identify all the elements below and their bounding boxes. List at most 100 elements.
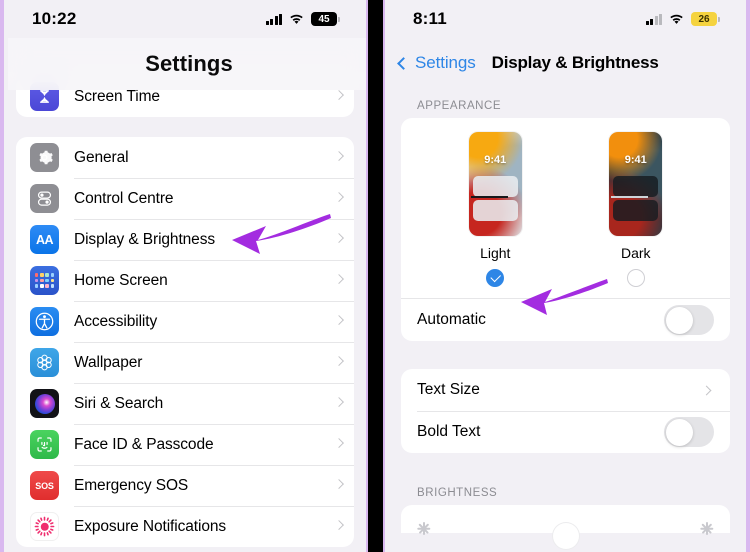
automatic-label: Automatic [417, 311, 486, 328]
aa-icon: AA [30, 225, 59, 254]
sidebar-item-control-centre[interactable]: Control Centre [16, 178, 354, 219]
control-centre-icon [30, 184, 59, 213]
brightness-high-icon [700, 521, 714, 535]
battery-indicator: 45 [311, 12, 340, 26]
chevron-right-icon [334, 355, 344, 366]
sidebar-item-label: Siri & Search [74, 394, 164, 412]
bold-text-label: Bold Text [417, 423, 481, 440]
battery-level: 26 [691, 12, 717, 26]
sos-icon: SOS [30, 471, 59, 500]
theme-label: Dark [620, 245, 651, 261]
text-size-row[interactable]: Text Size [401, 369, 730, 411]
left-phone-panel: 10:22 45 Screen Time General Control Cen… [0, 0, 366, 552]
chevron-left-icon [397, 56, 410, 70]
sidebar-item-label: Home Screen [74, 271, 168, 289]
battery-tip [338, 16, 340, 22]
chevron-right-icon [334, 150, 344, 161]
face-id-icon [30, 430, 59, 459]
bold-text-row[interactable]: Bold Text [401, 411, 730, 453]
cellular-bars-icon [645, 13, 662, 25]
theme-option-dark[interactable]: 9:41 Dark [609, 132, 663, 287]
chevron-right-icon [334, 273, 344, 284]
brightness-section-header: BRIGHTNESS [417, 487, 498, 499]
sidebar-item-general[interactable]: General [16, 137, 354, 178]
sidebar-item-label: Wallpaper [74, 353, 143, 371]
cellular-bars-icon [265, 13, 282, 25]
sidebar-item-label: Screen Time [74, 87, 160, 105]
back-button-label: Settings [415, 53, 476, 72]
light-theme-preview[interactable]: 9:41 [468, 132, 522, 236]
sidebar-item-label: Control Centre [74, 189, 174, 207]
preview-notification [472, 200, 518, 221]
chevron-right-icon [334, 396, 344, 407]
left-status-icons: 45 [265, 12, 340, 26]
dark-theme-preview[interactable]: 9:41 [609, 132, 663, 236]
left-status-bar: 10:22 45 [4, 0, 366, 38]
text-settings-card: Text Size Bold Text [401, 369, 730, 453]
sidebar-item-label: Display & Brightness [74, 230, 216, 248]
chevron-right-icon [334, 437, 344, 448]
dark-theme-radio[interactable] [626, 269, 645, 287]
home-screen-grid-icon [30, 266, 59, 295]
sidebar-item-label: General [74, 148, 129, 166]
exposure-notifications-icon [30, 512, 59, 541]
sidebar-item-exposure-notifications[interactable]: Exposure Notifications [16, 506, 354, 547]
preview-notification [472, 176, 518, 197]
theme-option-light[interactable]: 9:41 Light [468, 132, 522, 287]
brightness-slider-card[interactable] [401, 505, 730, 549]
appearance-card: 9:41 Light 9:41 Dark Automatic [401, 118, 730, 341]
brightness-slider-knob[interactable] [552, 523, 579, 549]
page-title: Display & Brightness [491, 53, 659, 72]
sidebar-item-label: Exposure Notifications [74, 517, 227, 535]
sidebar-item-emergency-sos[interactable]: SOS Emergency SOS [16, 465, 354, 506]
preview-notification [613, 176, 659, 197]
battery-tip [718, 16, 720, 22]
chevron-right-icon [334, 232, 344, 243]
accessibility-icon [30, 307, 59, 336]
automatic-row[interactable]: Automatic [401, 298, 730, 341]
chevron-right-icon [334, 519, 344, 530]
left-status-time: 10:22 [32, 9, 77, 28]
right-nav-bar: Settings Display & Brightness [385, 38, 746, 88]
sidebar-item-home-screen[interactable]: Home Screen [16, 260, 354, 301]
sidebar-item-siri-search[interactable]: Siri & Search [16, 383, 354, 424]
sidebar-item-label: Accessibility [74, 312, 158, 330]
back-button[interactable]: Settings [395, 53, 476, 73]
chevron-right-icon [334, 89, 344, 100]
left-nav-bar: Settings [8, 38, 366, 90]
theme-options: 9:41 Light 9:41 Dark [401, 132, 730, 287]
light-theme-radio[interactable] [486, 269, 505, 287]
appearance-section-header: APPEARANCE [417, 100, 502, 112]
right-status-time: 8:11 [413, 9, 447, 28]
sidebar-item-display-brightness[interactable]: AA Display & Brightness [16, 219, 354, 260]
theme-label: Light [480, 245, 511, 261]
right-status-icons: 26 [645, 12, 720, 26]
siri-orb-icon [30, 389, 59, 418]
wallpaper-flower-icon [30, 348, 59, 377]
page-title: Settings [145, 51, 233, 76]
preview-notification [613, 200, 659, 221]
preview-clock: 9:41 [484, 154, 507, 166]
gear-icon [30, 143, 59, 172]
screenshot-canvas: 10:22 45 Screen Time General Control Cen… [0, 0, 750, 552]
wifi-icon [669, 14, 684, 25]
chevron-right-icon [334, 314, 344, 325]
text-size-label: Text Size [417, 381, 480, 398]
panel-divider [366, 0, 385, 552]
sidebar-item-wallpaper[interactable]: Wallpaper [16, 342, 354, 383]
automatic-toggle[interactable] [664, 305, 714, 335]
preview-clock: 9:41 [624, 154, 647, 166]
exposure-core [40, 522, 49, 531]
sidebar-item-label: Face ID & Passcode [74, 435, 214, 453]
sidebar-item-face-id-passcode[interactable]: Face ID & Passcode [16, 424, 354, 465]
preview-divider-line [470, 196, 508, 198]
right-phone-panel: 8:11 26 Settings Display & Brightness AP… [385, 0, 750, 552]
battery-indicator-low-power: 26 [691, 12, 720, 26]
sidebar-item-accessibility[interactable]: Accessibility [16, 301, 354, 342]
preview-divider-line [611, 196, 649, 198]
chevron-right-icon [334, 478, 344, 489]
left-settings-scroll[interactable]: Screen Time General Control Centre AA Di… [4, 38, 366, 552]
battery-level: 45 [311, 12, 337, 26]
chevron-right-icon [701, 385, 712, 395]
bold-text-toggle[interactable] [664, 417, 714, 447]
